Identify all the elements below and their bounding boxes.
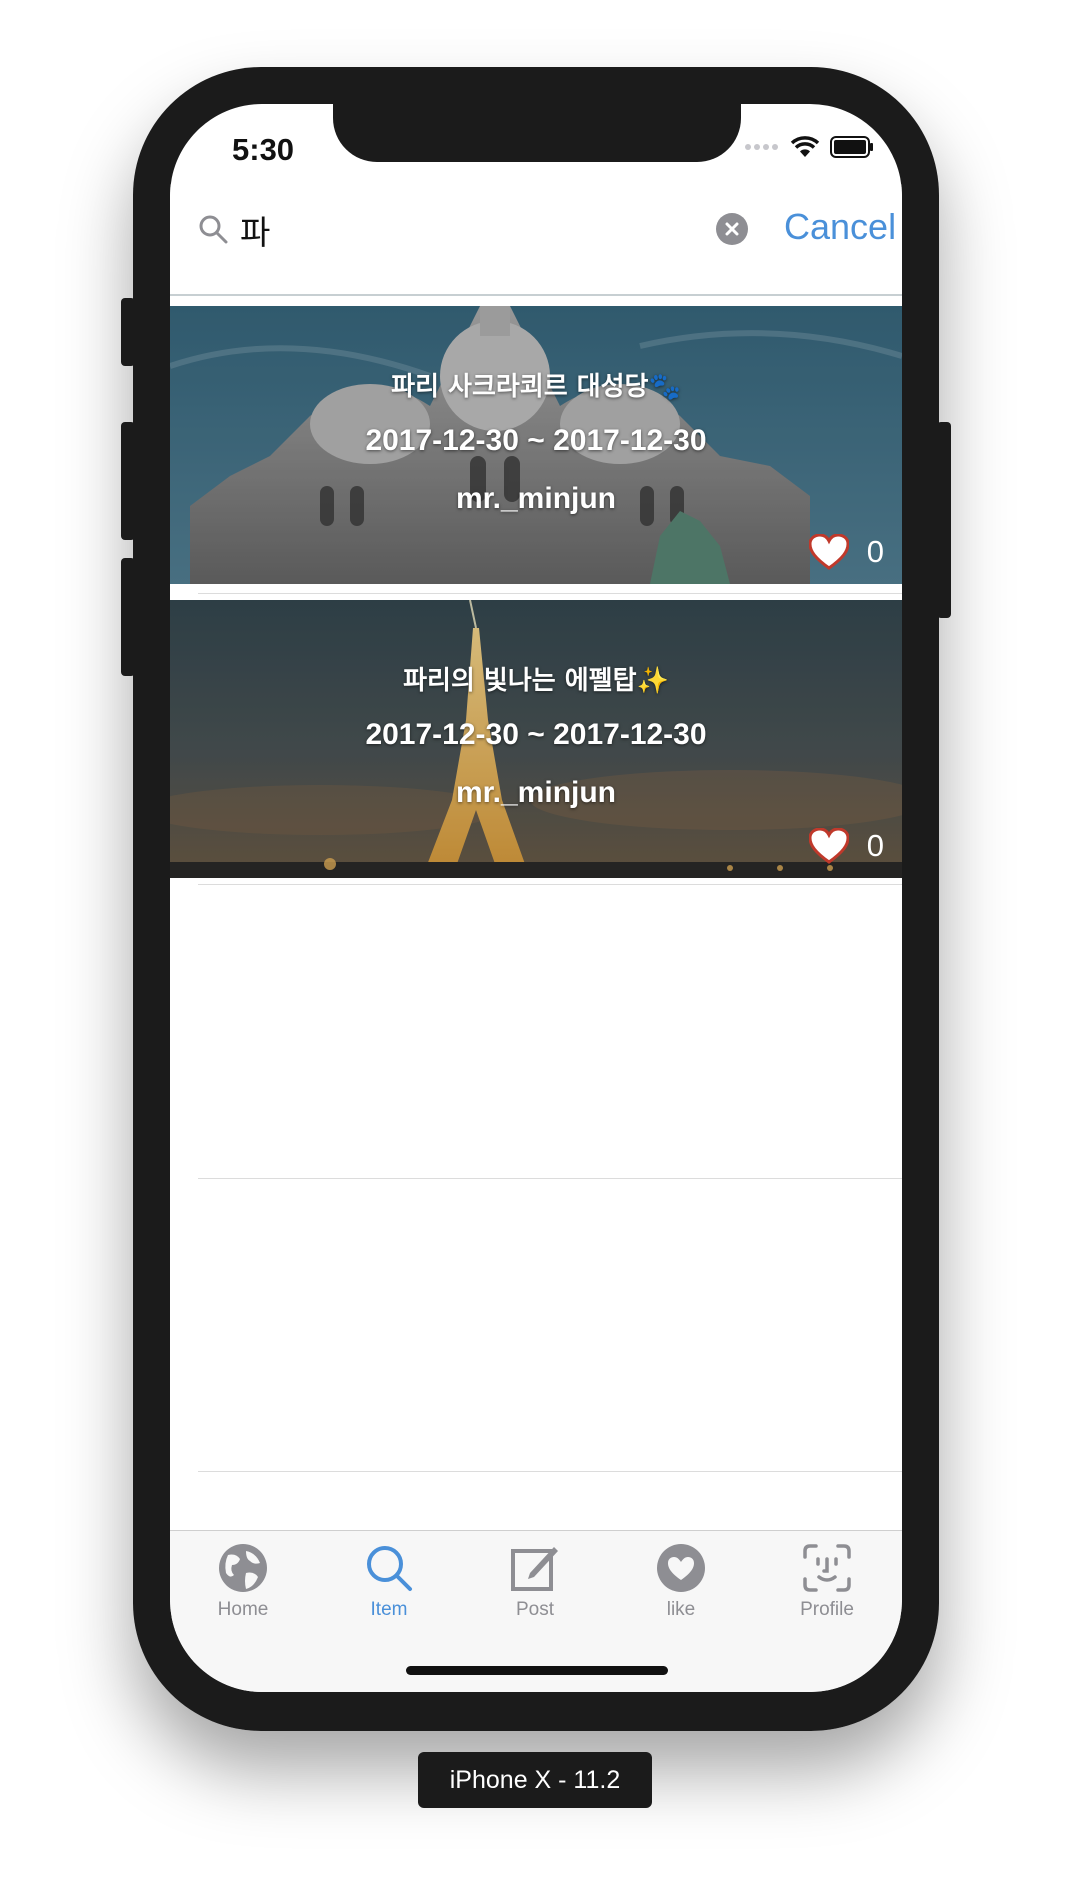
- like-count: 0: [866, 534, 884, 569]
- tab-label: Home: [217, 1599, 269, 1620]
- heart-icon: [657, 1544, 705, 1592]
- wifi-icon: [790, 136, 820, 157]
- tab-post[interactable]: Post: [462, 1543, 608, 1621]
- row-separator: [198, 1471, 902, 1472]
- tab-label: Profile: [800, 1599, 854, 1620]
- home-indicator[interactable]: [406, 1666, 668, 1675]
- result-card[interactable]: 파리 사크라쾨르 대성당🐾 2017-12-30 ~ 2017-12-30 mr…: [170, 306, 902, 584]
- tab-label: like: [666, 1599, 696, 1620]
- row-separator: [198, 1178, 902, 1179]
- row-separator: [198, 884, 902, 885]
- search-bar: Cancel: [170, 184, 902, 296]
- card-username: mr._minjun: [455, 482, 617, 515]
- side-button: [937, 422, 951, 618]
- tab-like[interactable]: like: [608, 1543, 754, 1621]
- signal-dots-icon: [745, 144, 778, 150]
- tab-label: Item: [370, 1599, 408, 1620]
- card-username: mr._minjun: [455, 776, 617, 809]
- like-group: 0: [808, 534, 884, 570]
- status-icons: [744, 136, 874, 158]
- card-title: 파리 사크라쾨르 대성당🐾: [391, 372, 681, 402]
- compose-icon: [511, 1547, 558, 1591]
- device-label: iPhone X - 11.2: [418, 1752, 652, 1808]
- row-separator: [198, 593, 902, 594]
- result-card[interactable]: 파리의 빛나는 에펠탑✨ 2017-12-30 ~ 2017-12-30 mr.…: [170, 600, 902, 878]
- heart-icon[interactable]: [808, 828, 849, 864]
- clear-search-button[interactable]: [716, 213, 748, 245]
- face-id-icon: [803, 1544, 851, 1592]
- heart-icon[interactable]: [808, 534, 849, 570]
- cancel-button[interactable]: Cancel: [784, 206, 896, 248]
- tab-label: Post: [515, 1599, 555, 1620]
- like-group: 0: [808, 828, 884, 864]
- card-title: 파리의 빛나는 에펠탑✨: [403, 666, 669, 696]
- phone-screen: 5:30 Cancel: [170, 104, 902, 1692]
- search-icon: [367, 1546, 412, 1591]
- close-icon: [725, 222, 739, 236]
- globe-icon: [219, 1544, 267, 1592]
- notch: [333, 104, 741, 162]
- tab-home[interactable]: Home: [170, 1543, 316, 1621]
- card-dates: 2017-12-30 ~ 2017-12-30: [365, 424, 707, 457]
- search-divider: [170, 294, 902, 296]
- status-time: 5:30: [232, 132, 295, 167]
- search-input[interactable]: [240, 202, 660, 258]
- tab-profile[interactable]: Profile: [754, 1543, 900, 1621]
- card-dates: 2017-12-30 ~ 2017-12-30: [365, 718, 707, 751]
- like-count: 0: [866, 828, 884, 863]
- tab-item[interactable]: Item: [316, 1543, 462, 1621]
- search-icon: [199, 215, 228, 244]
- battery-icon: [830, 136, 873, 158]
